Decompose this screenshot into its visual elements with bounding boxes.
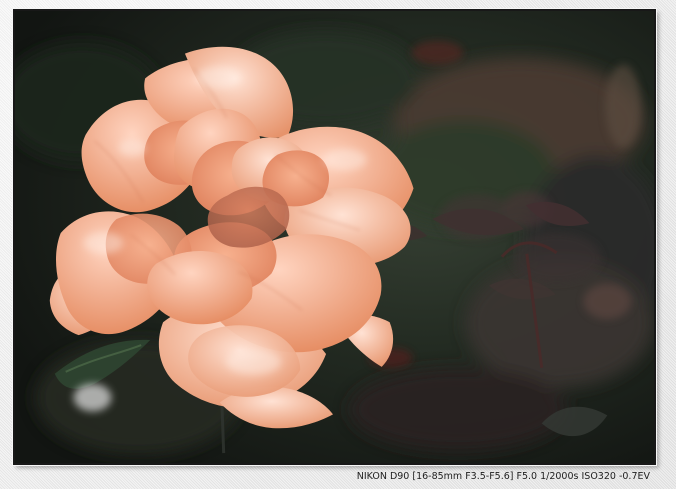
photo-frame [13, 9, 656, 465]
rose-photograph [15, 11, 654, 463]
camera-info-caption: NIKON D90 [16-85mm F3.5-F5.6] F5.0 1/200… [356, 470, 650, 482]
